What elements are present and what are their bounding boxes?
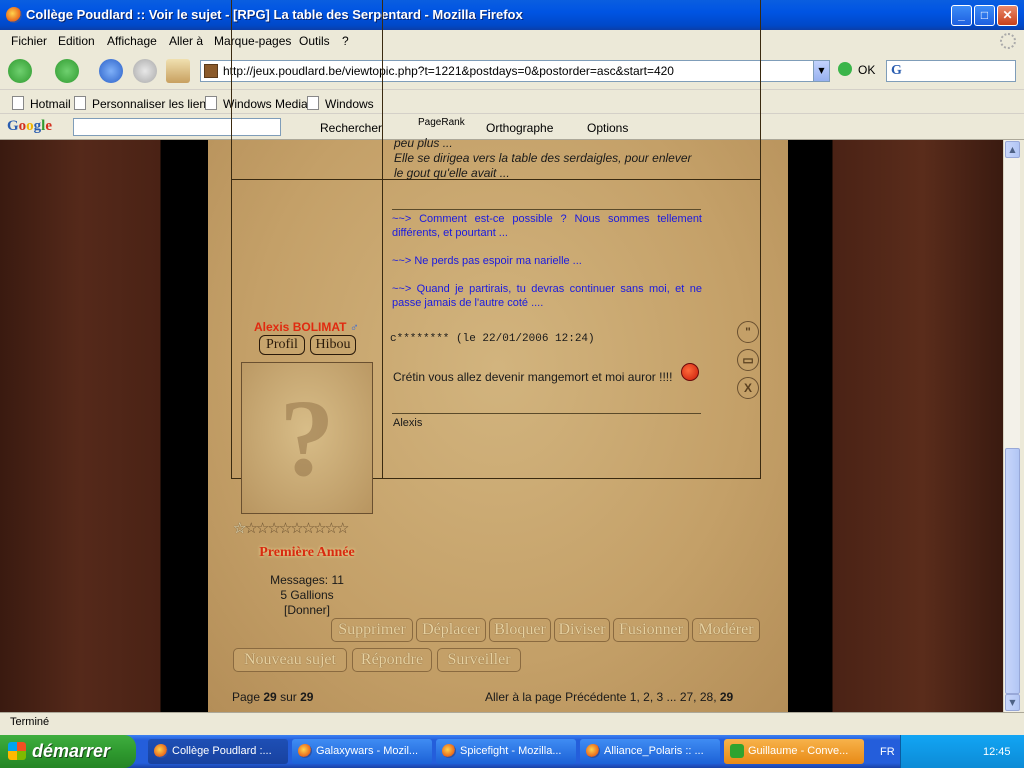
scroll-up-icon[interactable]: ▲ bbox=[1005, 141, 1020, 158]
lock-topic-button[interactable]: Bloquer bbox=[489, 618, 551, 642]
delete-icon[interactable]: X bbox=[737, 377, 759, 399]
post-signature-divider bbox=[392, 413, 701, 414]
previous-page-link[interactable]: Précédente bbox=[565, 690, 626, 704]
user-rank: Première Année bbox=[259, 545, 355, 560]
home-icon[interactable] bbox=[166, 59, 190, 83]
menu-affichage[interactable]: Affichage bbox=[107, 34, 157, 48]
signature-divider bbox=[392, 209, 701, 210]
task-alliance-polaris[interactable]: Alliance_Polaris :: ... bbox=[580, 739, 720, 764]
reply-button[interactable]: Répondre bbox=[352, 648, 432, 672]
angry-smiley-icon bbox=[681, 363, 699, 381]
menu-edition[interactable]: Edition bbox=[58, 34, 95, 48]
page-sur-label: sur bbox=[280, 690, 297, 704]
move-topic-button[interactable]: Déplacer bbox=[416, 618, 486, 642]
maximize-button[interactable]: □ bbox=[974, 5, 995, 26]
menu-aller[interactable]: Aller à bbox=[169, 34, 203, 48]
vertical-scrollbar[interactable]: ▲ ▼ bbox=[1003, 140, 1020, 712]
reload-icon[interactable] bbox=[99, 59, 123, 83]
author-name: Alexis BOLIMAT bbox=[254, 320, 347, 334]
task-college-poudlard[interactable]: Collège Poudlard :... bbox=[148, 739, 288, 764]
unknown-avatar-icon: ? bbox=[279, 377, 335, 499]
firefox-icon bbox=[6, 7, 22, 23]
page-total: 29 bbox=[300, 690, 314, 704]
status-text: Terminé bbox=[10, 716, 50, 728]
site-favicon bbox=[204, 64, 218, 78]
quote-icon[interactable]: " bbox=[737, 321, 759, 343]
previous-signature-1: ~~> Comment est-ce possible ? Nous somme… bbox=[392, 213, 702, 239]
post-header: c******** (le 22/01/2006 12:24) bbox=[390, 333, 595, 345]
post-anchor bbox=[0, 140, 1, 141]
windows-logo-icon bbox=[8, 742, 26, 760]
back-icon[interactable] bbox=[8, 59, 32, 83]
column-divider bbox=[382, 0, 383, 479]
clock: 12:45 bbox=[983, 746, 1011, 758]
forward-icon[interactable] bbox=[55, 59, 79, 83]
status-bar: Terminé bbox=[0, 712, 1024, 733]
edit-icon[interactable]: ▭ bbox=[737, 349, 759, 371]
url-dropdown-icon[interactable]: ▼ bbox=[813, 61, 829, 81]
scroll-thumb[interactable] bbox=[1005, 448, 1020, 694]
page-navigation: Aller à la page Précédente 1, 2, 3 ... 2… bbox=[485, 690, 733, 704]
watch-button[interactable]: Surveiller bbox=[437, 648, 521, 672]
split-topic-button[interactable]: Diviser bbox=[554, 618, 610, 642]
user-messages: Messages: 11 bbox=[270, 573, 344, 587]
start-label: démarrer bbox=[32, 741, 111, 761]
goto-label: Aller à la page bbox=[485, 690, 562, 704]
previous-post-text-1: peu plus ... bbox=[394, 136, 453, 150]
stop-icon[interactable] bbox=[133, 59, 157, 83]
previous-signature-3: ~~> Quand je partirais, tu devras contin… bbox=[392, 283, 702, 309]
task-galaxywars[interactable]: Galaxywars - Mozil... bbox=[292, 739, 432, 764]
page-current: 29 bbox=[263, 690, 277, 704]
user-gallions: 5 Gallions bbox=[280, 588, 334, 602]
go-label: OK bbox=[858, 63, 876, 77]
taskbar: démarrer Collège Poudlard :... Galaxywar… bbox=[0, 735, 1024, 768]
page-indicator: Page 29 sur 29 bbox=[232, 690, 313, 704]
owl-button[interactable]: Hibou bbox=[310, 335, 356, 355]
new-topic-button[interactable]: Nouveau sujet bbox=[233, 648, 347, 672]
task-spicefight[interactable]: Spicefight - Mozilla... bbox=[436, 739, 576, 764]
google-search-icon: G bbox=[891, 63, 902, 78]
google-logo[interactable]: Google bbox=[7, 118, 52, 135]
minimize-button[interactable]: _ bbox=[951, 5, 972, 26]
rank-stars: ☆☆☆☆☆☆☆☆☆☆ bbox=[233, 519, 383, 537]
page-links[interactable]: 1, 2, 3 ... 27, 28, bbox=[630, 690, 717, 704]
previous-post-text-3: le gout qu'elle avait ... bbox=[394, 166, 510, 180]
language-indicator[interactable]: FR bbox=[880, 746, 895, 758]
profile-button[interactable]: Profil bbox=[259, 335, 305, 355]
post-message: Crétin vous allez devenir mangemort et m… bbox=[393, 370, 673, 384]
search-box[interactable]: G bbox=[886, 60, 1016, 82]
moderate-button[interactable]: Modérer bbox=[692, 618, 760, 642]
throbber-icon bbox=[1000, 33, 1016, 49]
page-label: Page bbox=[232, 690, 261, 704]
close-button[interactable]: ✕ bbox=[997, 5, 1018, 26]
avatar: ? bbox=[241, 362, 373, 514]
star-filled-icon: ☆ bbox=[233, 519, 247, 537]
delete-topic-button[interactable]: Supprimer bbox=[331, 618, 413, 642]
post-signature: Alexis bbox=[393, 417, 423, 429]
bookmark-personnaliser[interactable]: Personnaliser les liens bbox=[74, 96, 212, 111]
merge-topic-button[interactable]: Fusionner bbox=[613, 618, 689, 642]
post-author[interactable]: Alexis BOLIMAT ♂ bbox=[254, 320, 359, 334]
scroll-down-icon[interactable]: ▼ bbox=[1005, 694, 1020, 711]
give-link[interactable]: [Donner] bbox=[231, 603, 383, 617]
previous-post-text-2: Elle se dirigea vers la table des serdai… bbox=[394, 151, 692, 165]
bookmark-hotmail[interactable]: Hotmail bbox=[12, 96, 71, 111]
male-icon: ♂ bbox=[349, 320, 359, 334]
previous-signature-2: ~~> Ne perds pas espoir ma narielle ... bbox=[392, 255, 582, 267]
last-page: 29 bbox=[719, 690, 734, 704]
start-button[interactable]: démarrer bbox=[0, 735, 136, 768]
go-icon bbox=[838, 62, 852, 76]
menu-fichier[interactable]: Fichier bbox=[11, 34, 47, 48]
go-button[interactable]: OK bbox=[838, 62, 875, 77]
star-empty-icons: ☆☆☆☆☆☆☆☆☆ bbox=[244, 519, 349, 537]
task-guillaume-conversation[interactable]: Guillaume - Conve... bbox=[724, 739, 864, 764]
